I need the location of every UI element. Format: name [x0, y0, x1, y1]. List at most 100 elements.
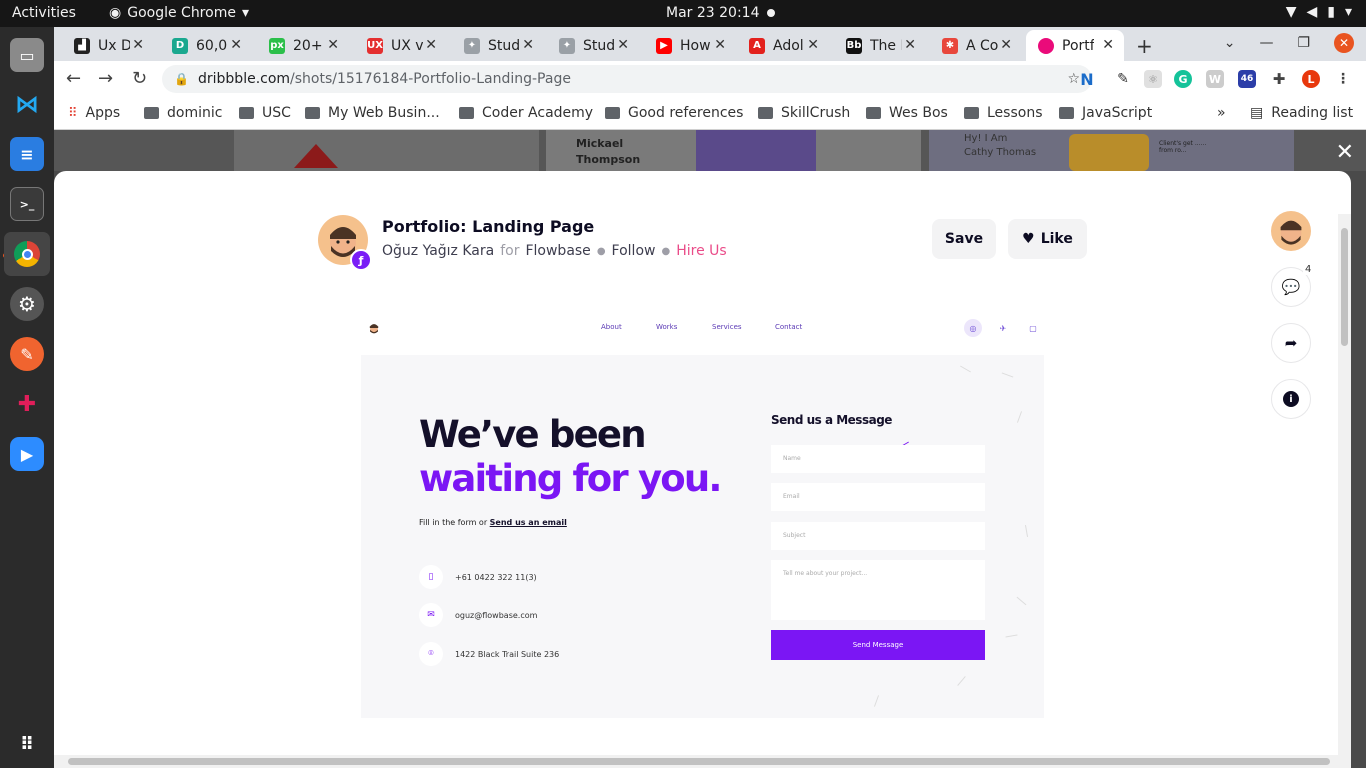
close-icon[interactable]: ✕	[425, 37, 437, 53]
shot-image[interactable]: About Works Services Contact ◎ ✈ ▢ We’ve…	[361, 305, 1044, 718]
tab[interactable]: D 60,00✕	[152, 30, 252, 61]
shot-title: Portfolio: Landing Page	[382, 217, 595, 236]
menu-icon[interactable]: ⋮	[1334, 70, 1352, 88]
extension-n-icon[interactable]: N	[1078, 70, 1096, 89]
tab[interactable]: A Adol ✕	[729, 30, 829, 61]
tab[interactable]: ▶ How ✕	[636, 30, 736, 61]
close-icon[interactable]: ✕	[807, 37, 819, 53]
bookmark-label: JavaScript	[1082, 105, 1153, 121]
author-link[interactable]: Oğuz Yağız Kara	[382, 243, 494, 259]
tab-favicon-icon: ✦	[464, 37, 480, 54]
extension-picker-icon[interactable]: ✎	[1114, 70, 1132, 88]
close-icon[interactable]: ✕	[1102, 37, 1114, 53]
bookmarks-overflow-button[interactable]: »	[1217, 105, 1226, 121]
slack-icon[interactable]: ✚	[10, 387, 44, 421]
maximize-button[interactable]: ❐	[1297, 35, 1310, 51]
close-icon[interactable]: ✕	[230, 37, 242, 53]
vertical-scrollbar[interactable]	[1338, 214, 1351, 768]
close-overlay-button[interactable]: ✕	[1336, 140, 1354, 165]
postman-icon[interactable]: ✎	[10, 337, 44, 371]
profile-avatar[interactable]: L	[1302, 70, 1320, 88]
zoom-icon[interactable]: ▶	[10, 437, 44, 471]
reading-list-button[interactable]: ▤ Reading list	[1250, 105, 1353, 121]
bookmark-folder[interactable]: Lessons	[964, 105, 1043, 121]
back-button[interactable]: ←	[66, 68, 81, 89]
avatar-face-icon	[1280, 220, 1302, 245]
app-grid-icon[interactable]: ⠿	[10, 727, 44, 761]
team-link[interactable]: Flowbase	[525, 243, 590, 259]
chevron-down-icon: ▾	[1344, 4, 1352, 20]
terminal-icon[interactable]: >_	[10, 187, 44, 221]
clock[interactable]: Mar 23 20:14	[666, 5, 759, 21]
tab[interactable]: ▟ Ux D ✕	[54, 30, 154, 61]
extensions-puzzle-icon[interactable]: ✚	[1270, 70, 1288, 88]
tab-favicon-icon: A	[749, 37, 765, 54]
extension-w-icon[interactable]: W	[1206, 70, 1224, 88]
tab-favicon-icon: px	[269, 37, 285, 54]
bookmark-apps[interactable]: ⠿ Apps	[68, 105, 120, 121]
close-icon[interactable]: ✕	[714, 37, 726, 53]
bookmark-folder[interactable]: Wes Bos	[866, 105, 948, 121]
writer-icon[interactable]: ≡	[10, 137, 44, 171]
tab-favicon-icon: Bb	[846, 37, 862, 54]
share-icon: ➦	[1284, 334, 1298, 352]
follow-link[interactable]: Follow	[612, 243, 656, 259]
tab[interactable]: UX UX vs✕	[347, 30, 447, 61]
hire-us-link[interactable]: Hire Us	[676, 243, 726, 259]
tab[interactable]: ✦ Stud ✕	[539, 30, 639, 61]
horizontal-scrollbar[interactable]	[54, 755, 1351, 768]
app-menu[interactable]: ◉ Google Chrome ▾	[109, 5, 249, 21]
scroll-thumb[interactable]	[1341, 228, 1348, 346]
folder-icon	[459, 107, 474, 119]
fill-prefix: Fill in the form or	[419, 518, 490, 527]
bookmark-folder[interactable]: JavaScript	[1059, 105, 1152, 121]
info-icon: i	[1283, 391, 1299, 407]
close-icon[interactable]: ✕	[327, 37, 339, 53]
extension-react-icon[interactable]: ⚛	[1144, 70, 1162, 88]
dribbble-icon: ◎	[964, 319, 982, 337]
bookmark-label: Wes Bos	[889, 105, 948, 121]
close-icon[interactable]: ✕	[522, 37, 534, 53]
bookmark-folder[interactable]: USC	[239, 105, 291, 121]
bookmark-folder[interactable]: Coder Academy	[459, 105, 593, 121]
minimize-button[interactable]: —	[1259, 35, 1273, 51]
tab[interactable]: px 20+ F✕	[249, 30, 349, 61]
sidebar-author-avatar[interactable]	[1271, 211, 1311, 251]
close-icon[interactable]: ✕	[904, 37, 916, 53]
extension-badge-icon[interactable]: 46	[1238, 70, 1256, 88]
preview-nav-contact: Contact	[775, 323, 803, 331]
bookmark-folder[interactable]: My Web Busin...	[305, 105, 440, 121]
address-bar[interactable]: 🔒 dribbble.com/shots/15176184-Portfolio-L…	[162, 65, 1092, 93]
mail-icon: ✉	[419, 603, 443, 627]
reading-list-icon: ▤	[1250, 105, 1264, 121]
window-close-button[interactable]: ✕	[1334, 33, 1354, 53]
save-button[interactable]: Save	[932, 219, 996, 259]
reload-button[interactable]: ↻	[132, 68, 147, 89]
forward-button[interactable]: →	[98, 68, 113, 89]
tab[interactable]: Bb The F✕	[826, 30, 926, 61]
new-tab-button[interactable]: +	[1136, 34, 1153, 58]
info-button[interactable]: i	[1271, 379, 1311, 419]
share-button[interactable]: ➦	[1271, 323, 1311, 363]
bookmark-folder[interactable]: SkillCrush	[758, 105, 850, 121]
shot-modal: ƒ Portfolio: Landing Page Oğuz Yağız Kar…	[54, 171, 1351, 768]
close-icon[interactable]: ✕	[1000, 37, 1012, 53]
activities-button[interactable]: Activities	[12, 5, 76, 21]
bookmark-folder[interactable]: Good references	[605, 105, 743, 121]
chrome-dock-icon[interactable]	[4, 232, 50, 276]
close-icon[interactable]: ✕	[132, 37, 144, 53]
shot-meta: Oğuz Yağız Kara for Flowbase ● Follow ● …	[382, 243, 727, 259]
scroll-thumb[interactable]	[68, 758, 1330, 765]
tab[interactable]: ✱ A Co ✕	[922, 30, 1022, 61]
tab-active[interactable]: Portf ✕	[1026, 30, 1124, 61]
system-tray[interactable]: ▼ ◀ ▮ ▾	[1286, 4, 1352, 20]
tab-search-icon[interactable]: ⌄	[1224, 35, 1236, 51]
close-icon[interactable]: ✕	[617, 37, 629, 53]
settings-icon[interactable]: ⚙	[10, 287, 44, 321]
bookmark-folder[interactable]: dominic	[144, 105, 222, 121]
files-icon[interactable]: ▭	[10, 38, 44, 72]
vscode-icon[interactable]: ⋈	[10, 87, 44, 121]
grammarly-icon[interactable]: G	[1174, 70, 1192, 88]
tab[interactable]: ✦ Stud ✕	[444, 30, 544, 61]
like-button[interactable]: ♥ Like	[1008, 219, 1087, 259]
